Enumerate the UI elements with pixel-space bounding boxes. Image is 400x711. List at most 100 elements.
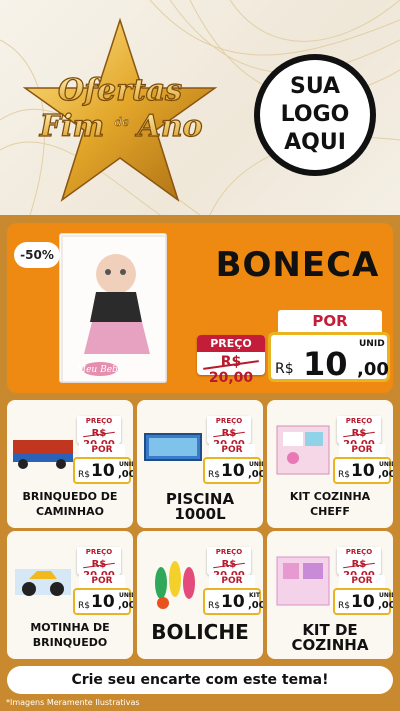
product-name: KIT DE COZINHA — [291, 621, 369, 654]
doll-icon: Meu Bebê — [61, 235, 167, 383]
preco-label: PREÇO — [207, 547, 251, 558]
price-box: UNID R$10,00 — [73, 457, 133, 484]
price-cents: ,00 — [248, 469, 263, 480]
currency: R$ — [338, 470, 350, 480]
hero-preco-label: PREÇO — [197, 335, 265, 352]
currency: R$ — [338, 601, 350, 611]
price-cents: ,00 — [378, 600, 393, 611]
new-price-tag: POR UNID R$10,00 — [73, 575, 133, 615]
price-cents: ,00 — [118, 469, 133, 480]
unit-label: UNID — [119, 461, 133, 468]
product-name: MOTINHA DE BRINQUEDO — [30, 621, 110, 649]
por-label: POR — [209, 575, 255, 588]
brand-fim: Fim — [39, 109, 104, 144]
preco-label: PREÇO — [77, 416, 121, 427]
currency: R$ — [208, 601, 220, 611]
discount-badge: -50% — [14, 242, 60, 268]
brand-ano: Ano — [134, 109, 202, 144]
price-box: KIT R$ 10,00 — [203, 588, 263, 615]
product-image-icon — [144, 433, 202, 461]
price-cents: ,00 — [248, 600, 263, 611]
new-price-tag: POR UNID R$10,00 — [333, 444, 393, 484]
product-card[interactable]: PREÇOR$ 20,00POR UNID R$10,00 PISCINA 1000L — [137, 400, 263, 528]
product-card[interactable]: PREÇOR$ 20,00POR UNID R$10,00 MOTINHA DE BR… — [7, 531, 133, 659]
new-price-tag: POR UNID R$10,00 — [203, 444, 263, 484]
price-box: UNID R$10,00 — [333, 588, 393, 615]
price-box: UNID R$10,00 — [73, 588, 133, 615]
por-label: POR — [339, 575, 385, 588]
new-price-tag: POR UNID R$10,00 — [73, 444, 133, 484]
disclaimer-note: *Imagens Meramente Ilustrativas — [6, 698, 140, 707]
product-image-icon — [13, 440, 73, 469]
logo-line-2: LOGO — [280, 102, 350, 127]
logo-line-3: AQUI — [284, 130, 346, 155]
product-card[interactable]: PREÇOR$ 20,00POR UNID R$10,00BRINQUEDO DE … — [7, 400, 133, 528]
por-label: POR — [79, 575, 125, 588]
ofertas-fim-de-ano-logo: Ofertas Fim de Ano — [22, 18, 218, 202]
product-name: BOLICHE — [151, 620, 249, 644]
preco-label: PREÇO — [77, 547, 121, 558]
unit-label: KIT — [249, 592, 260, 599]
unit-label: UNID — [379, 592, 393, 599]
old-price-tag: PREÇOR$ 20,00 — [207, 416, 251, 450]
price-box: UNID R$10,00 — [333, 457, 393, 484]
cta-banner[interactable]: Crie seu encarte com este tema! — [7, 666, 393, 694]
product-image-icon — [15, 569, 71, 596]
header-area: Ofertas Fim de Ano SUA LOGO AQUI — [0, 0, 400, 215]
hero-price-int: 10 — [303, 345, 348, 383]
product-name: KIT COZINHA CHEFF — [289, 490, 371, 518]
old-price-tag: PREÇOR$ 20,00 — [77, 547, 121, 581]
preco-label: PREÇO — [207, 416, 251, 427]
logo-placeholder: SUA LOGO AQUI — [254, 54, 376, 176]
logo-line-1: SUA — [289, 74, 341, 99]
product-card[interactable]: PREÇOR$ 20,00POR UNID R$10,00 KIT COZINHA C… — [267, 400, 393, 528]
box-label: Meu Bebê — [76, 364, 123, 375]
old-price-tag: PREÇOR$ 20,00 — [207, 547, 251, 581]
product-card[interactable]: PREÇOR$ 20,00POR KIT R$10,00 BOLICHE — [137, 531, 263, 659]
price-int: 10 — [91, 592, 115, 612]
flyer-page: Ofertas Fim de Ano SUA LOGO AQUI Meu Beb… — [0, 0, 400, 711]
brand-ofertas: Ofertas — [58, 73, 182, 108]
hero-por-label: POR — [278, 310, 382, 332]
unit-label: UNID — [119, 592, 133, 599]
price-int: 10 — [351, 461, 375, 481]
hero-price-box: UNID R$ 10 ,00 — [268, 332, 390, 383]
por-label: POR — [79, 444, 125, 457]
hero-currency: R$ — [275, 361, 294, 377]
unit-label: UNID — [249, 461, 263, 468]
price-int: 10 — [351, 592, 375, 612]
product-card[interactable]: PREÇOR$ 20,00POR UNID R$10,00 KIT DE COZINH… — [267, 531, 393, 659]
por-label: POR — [209, 444, 255, 457]
hero-price-cents: ,00 — [357, 359, 389, 380]
unit-label: UNID — [379, 461, 393, 468]
hero-unit: UNID — [359, 339, 385, 349]
doll-image: Meu Bebê — [59, 233, 167, 383]
old-price-tag: PREÇOR$ 20,00 — [77, 416, 121, 450]
currency: R$ — [208, 470, 220, 480]
new-price-tag: POR KIT R$ 10,00 — [203, 575, 263, 615]
hero-new-price-tag: POR UNID R$ 10 ,00 — [268, 310, 390, 383]
new-price-tag: POR UNID R$10,00 — [333, 575, 393, 615]
product-name: BRINQUEDO DE CAMINHAO — [22, 490, 118, 518]
brand-de: de — [115, 115, 130, 129]
price-int: 10 — [221, 592, 245, 612]
preco-label: PREÇO — [337, 416, 381, 427]
old-price-tag: PREÇOR$ 20,00 — [337, 416, 381, 450]
hero-old-price-tag: PREÇO R$ 20,00 — [197, 335, 265, 386]
price-cents: ,00 — [378, 469, 393, 480]
preco-label: PREÇO — [337, 547, 381, 558]
currency: R$ — [78, 601, 90, 611]
product-image-icon — [276, 425, 330, 475]
product-image-icon — [155, 561, 195, 609]
product-name: PISCINA 1000L — [165, 490, 235, 523]
hero-product-title: BONECA — [215, 245, 380, 285]
price-int: 10 — [221, 461, 245, 481]
hero-old-price: R$ 20,00 — [208, 354, 254, 386]
price-int: 10 — [91, 461, 115, 481]
por-label: POR — [339, 444, 385, 457]
price-box: UNID R$10,00 — [203, 457, 263, 484]
currency: R$ — [78, 470, 90, 480]
product-image-icon — [276, 556, 330, 606]
price-cents: ,00 — [118, 600, 133, 611]
old-price-tag: PREÇOR$ 20,00 — [337, 547, 381, 581]
